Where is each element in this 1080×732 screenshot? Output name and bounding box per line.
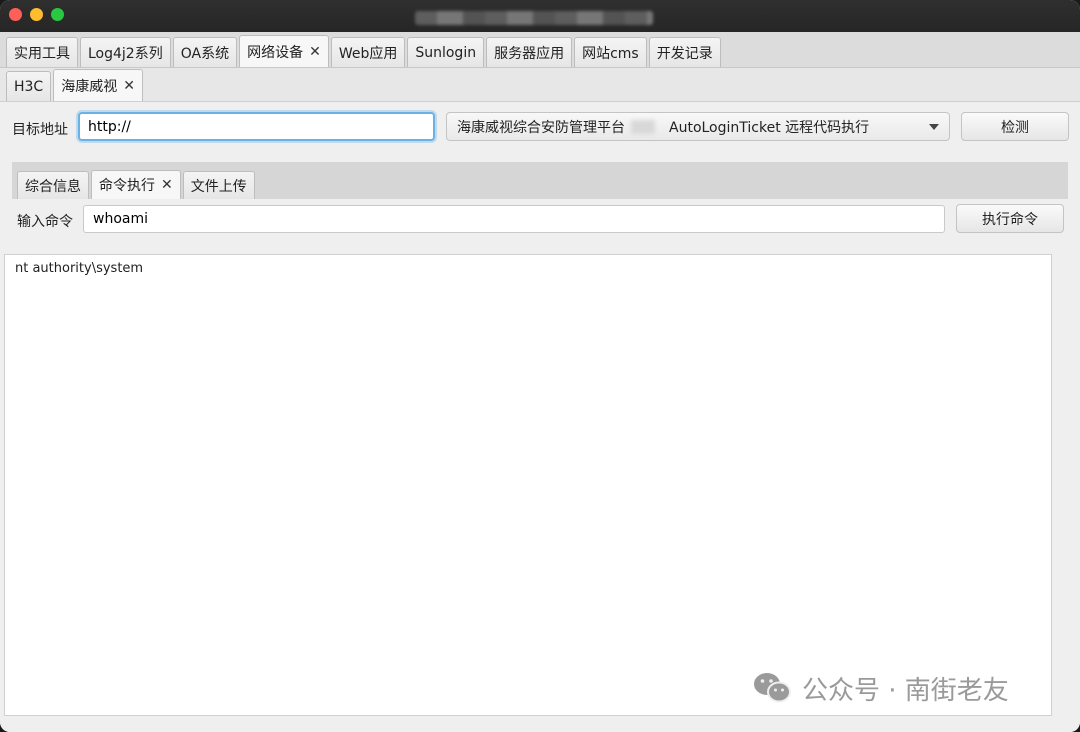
category-tab-4[interactable]: Web应用: [330, 37, 406, 67]
vendor-tab-label: 海康威视: [61, 78, 118, 95]
module-tab-label: 综合信息: [25, 178, 81, 195]
command-output-text: nt authority\system: [15, 261, 144, 276]
close-icon[interactable]: ✕: [123, 78, 135, 94]
command-input[interactable]: [83, 205, 945, 233]
module-tab-label: 命令执行: [99, 178, 155, 194]
vendor-tab-label: H3C: [14, 78, 44, 95]
vendor-tab-0[interactable]: H3C: [6, 71, 52, 101]
target-url-input[interactable]: [78, 112, 435, 141]
minimize-window-button[interactable]: [30, 8, 43, 21]
category-tab-label: 网站cms: [582, 45, 639, 62]
close-icon[interactable]: ✕: [309, 44, 321, 60]
close-icon[interactable]: ✕: [161, 177, 173, 193]
module-tab-label: 文件上传: [190, 178, 247, 195]
module-tab-2[interactable]: 文件上传: [182, 171, 255, 199]
watermark-text: 公众号 · 南街老友: [802, 675, 1009, 706]
vendor-tab-bar: H3C 海康威视 ✕: [0, 68, 1080, 102]
category-tab-8[interactable]: 开发记录: [648, 37, 721, 67]
module-tab-bar: 综合信息 命令执行 ✕ 文件上传: [12, 162, 1068, 199]
watermark: 公众号 · 南街老友: [752, 670, 1009, 706]
category-tab-label: 网络设备: [247, 44, 304, 61]
category-tab-3[interactable]: 网络设备 ✕: [239, 35, 329, 67]
command-output-area[interactable]: nt authority\system: [4, 254, 1052, 716]
exploit-select-prefix: 海康威视综合安防管理平台: [457, 119, 625, 136]
zoom-window-button[interactable]: [51, 8, 64, 21]
category-tab-5[interactable]: Sunlogin: [407, 37, 485, 67]
category-tab-1[interactable]: Log4j2系列: [80, 37, 171, 67]
command-label: 输入命令: [17, 214, 73, 230]
main-content: 目标地址 海康威视综合安防管理平台 AutoLoginTicket 远程代码执行…: [0, 102, 1080, 732]
category-tab-label: 实用工具: [14, 45, 70, 62]
exploit-select[interactable]: 海康威视综合安防管理平台 AutoLoginTicket 远程代码执行: [446, 112, 950, 141]
wechat-icon: [754, 673, 791, 703]
app-window: 实用工具 Log4j2系列 OA系统 网络设备 ✕ Web应用 Sunlogin 服务器应用网…: [0, 0, 1080, 732]
category-tab-2[interactable]: OA系统: [172, 37, 238, 67]
detect-button[interactable]: 检测: [961, 112, 1069, 141]
category-tab-label: 开发记录: [656, 45, 713, 62]
close-window-button[interactable]: [9, 8, 22, 21]
module-tab-1[interactable]: 命令执行 ✕: [91, 170, 181, 199]
target-row: 目标地址 海康威视综合安防管理平台 AutoLoginTicket 远程代码执行…: [0, 112, 1080, 144]
category-tab-label: Web应用: [338, 45, 398, 62]
title-bar: [0, 0, 1080, 32]
category-tab-label: OA系统: [180, 45, 230, 62]
category-tab-bar: 实用工具 Log4j2系列 OA系统 网络设备 ✕ Web应用 Sunlogin 服务器应用网…: [0, 32, 1080, 68]
category-tab-7[interactable]: 网站cms: [574, 37, 647, 67]
category-tab-label: Sunlogin: [415, 44, 477, 61]
category-tab-label: 服务器应用: [494, 45, 565, 62]
vendor-tab-1[interactable]: 海康威视 ✕: [53, 69, 143, 101]
category-tab-6[interactable]: 服务器应用: [486, 37, 573, 67]
execute-command-button[interactable]: 执行命令: [956, 204, 1064, 233]
module-tab-0[interactable]: 综合信息: [17, 171, 89, 199]
chevron-down-icon: [929, 124, 939, 130]
exploit-select-redacted: [631, 119, 655, 134]
target-label: 目标地址: [12, 122, 68, 138]
window-title-redacted: [415, 11, 653, 25]
category-tab-0[interactable]: 实用工具: [6, 37, 78, 67]
exploit-select-suffix: AutoLoginTicket 远程代码执行: [669, 119, 870, 136]
category-tab-label: Log4j2系列: [88, 45, 163, 62]
command-row: 输入命令 执行命令: [12, 204, 1068, 234]
